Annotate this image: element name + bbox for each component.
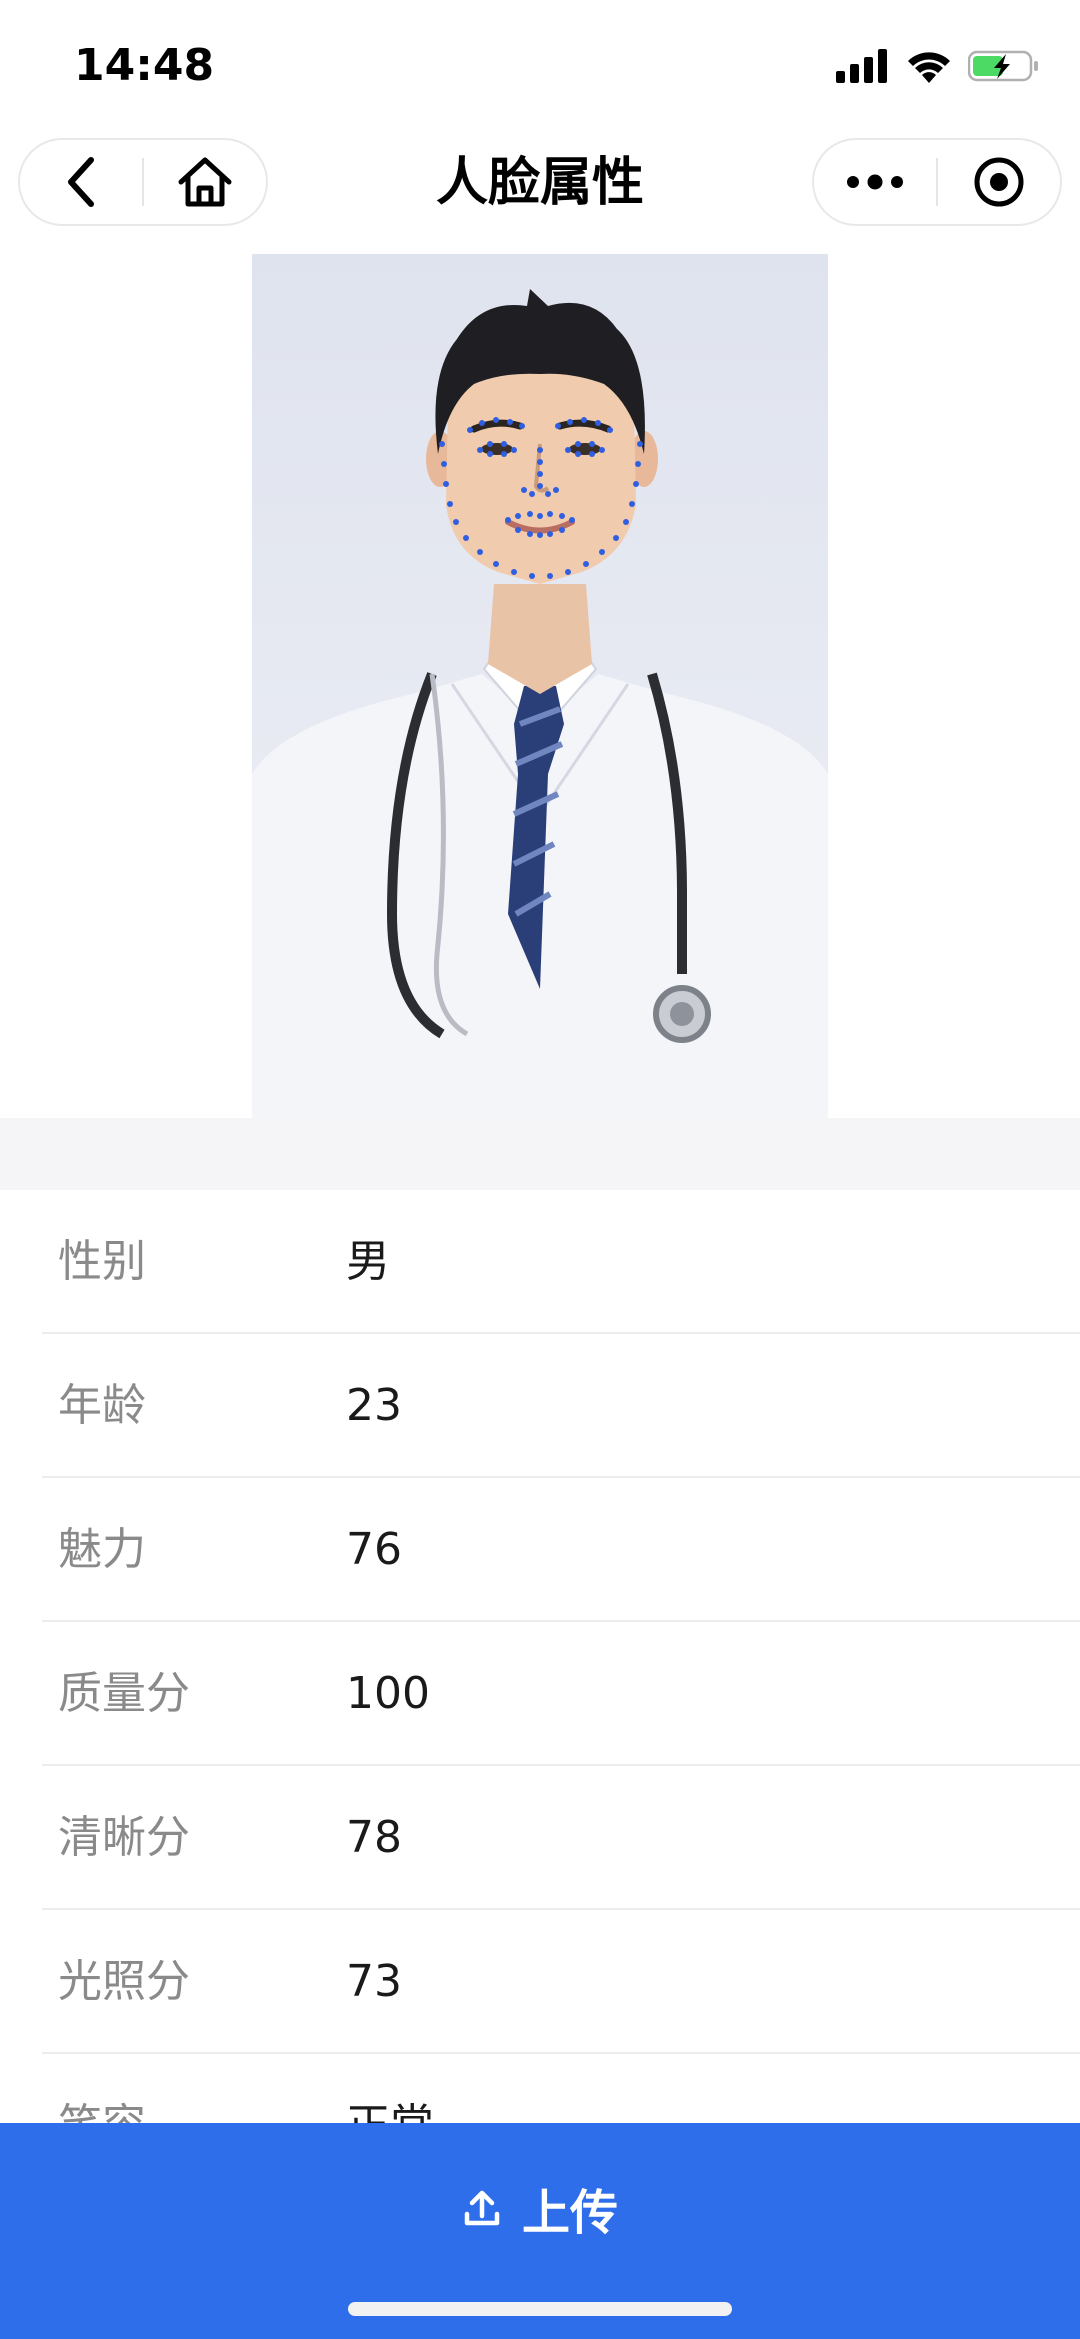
section-gap [0, 1118, 1080, 1190]
list-item: 魅力 76 [42, 1478, 1080, 1622]
list-item: 光照分 73 [42, 1910, 1080, 2054]
close-miniprogram-button[interactable] [938, 140, 1060, 224]
attribute-label: 光照分 [58, 1956, 190, 2007]
more-dots-icon [847, 174, 903, 190]
list-item: 年龄 23 [42, 1334, 1080, 1478]
attribute-label: 魅力 [58, 1524, 146, 1575]
attribute-list: 性别 男 年龄 23 魅力 76 质量分 100 清晰分 78 光照分 73 笑… [0, 1190, 1080, 2190]
attribute-label: 清晰分 [58, 1812, 190, 1863]
attribute-label: 年龄 [58, 1380, 146, 1431]
status-time: 14:48 [74, 40, 215, 91]
attribute-value: 男 [346, 1236, 390, 1287]
attribute-value: 100 [346, 1668, 430, 1719]
list-item: 质量分 100 [42, 1622, 1080, 1766]
nav-bar: 人脸属性 [0, 130, 1080, 240]
attribute-label: 质量分 [58, 1668, 190, 1719]
attribute-value: 23 [346, 1380, 402, 1431]
wifi-icon [908, 52, 950, 83]
upload-button[interactable]: 上传 [0, 2123, 1080, 2293]
back-button[interactable] [20, 140, 142, 224]
upload-icon [464, 2190, 500, 2226]
home-indicator [348, 2302, 732, 2316]
attribute-value: 76 [346, 1524, 402, 1575]
upload-label: 上传 [521, 2185, 618, 2241]
attribute-label: 性别 [58, 1236, 146, 1287]
photo-area [0, 250, 1080, 1118]
home-button[interactable] [144, 140, 266, 224]
more-button[interactable] [814, 140, 936, 224]
signal-icon [836, 49, 887, 83]
home-icon [178, 157, 232, 207]
list-item: 性别 男 [42, 1190, 1080, 1334]
page-title: 人脸属性 [435, 153, 644, 213]
status-bar: 14:48 [0, 0, 1080, 130]
attribute-value: 73 [346, 1956, 402, 2007]
chevron-left-icon [68, 157, 94, 207]
battery-charging-icon [968, 50, 1038, 82]
nav-capsule-right [812, 138, 1062, 226]
face-photo [252, 254, 828, 1118]
status-icons [836, 44, 1040, 88]
list-item: 清晰分 78 [42, 1766, 1080, 1910]
attribute-value: 78 [346, 1812, 402, 1863]
target-icon [974, 157, 1024, 207]
nav-capsule-left [18, 138, 268, 226]
